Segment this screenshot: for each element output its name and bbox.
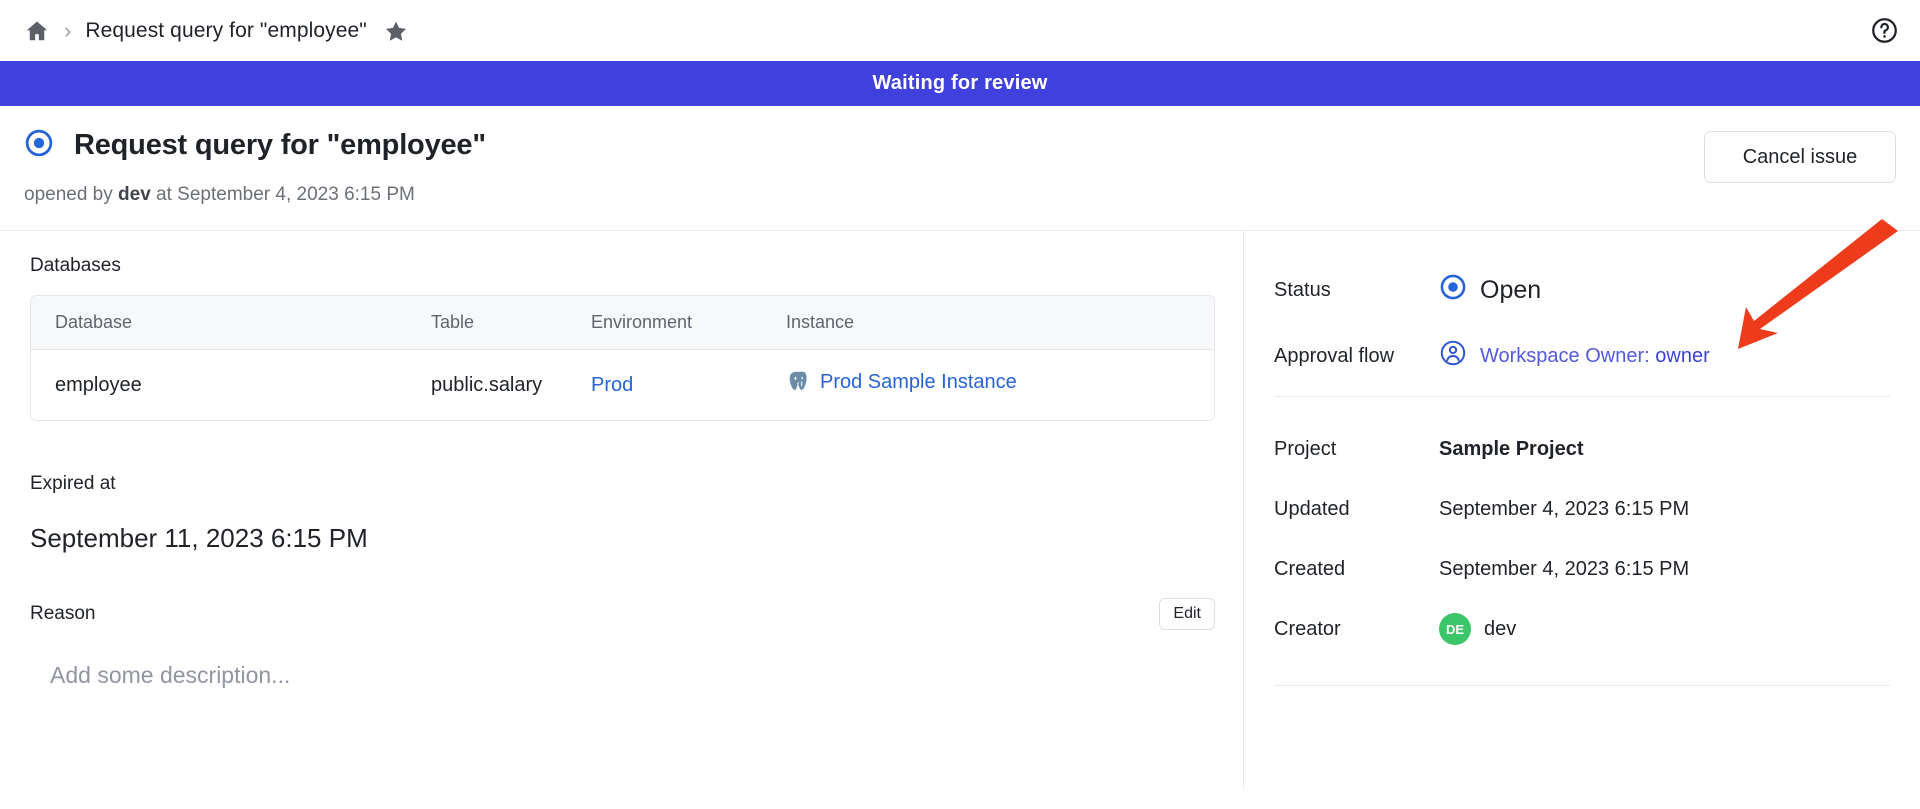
column-header-environment: Environment xyxy=(591,296,786,350)
cancel-issue-button[interactable]: Cancel issue xyxy=(1704,131,1896,183)
approval-flow-label: Approval flow xyxy=(1274,344,1395,367)
home-icon[interactable] xyxy=(24,18,50,44)
sidebar-row-approval-flow: Approval flow Workspace Owner: owner xyxy=(1274,317,1890,377)
table-row: employee public.salary Prod Prod Sample … xyxy=(31,350,1214,420)
table-header: Database Table Environment Instance xyxy=(31,296,1214,350)
approval-user: owner xyxy=(1655,344,1710,367)
project-label: Project xyxy=(1274,437,1337,460)
updated-label: Updated xyxy=(1274,497,1350,520)
main-pane: Databases Database Table Environment Ins… xyxy=(0,231,1243,789)
databases-table: Database Table Environment Instance empl… xyxy=(30,295,1215,421)
avatar[interactable]: DE xyxy=(1439,613,1471,645)
cell-database: employee xyxy=(31,350,431,420)
open-issue-icon xyxy=(24,128,54,163)
column-header-instance: Instance xyxy=(786,296,1214,350)
sidebar-row-status: Status Open xyxy=(1274,257,1890,317)
cell-instance: Prod Sample Instance xyxy=(786,350,1214,420)
user-circle-icon xyxy=(1439,339,1467,373)
open-issue-icon xyxy=(1439,273,1467,307)
status-badge: Open xyxy=(1480,275,1542,304)
approval-flow-link[interactable]: Workspace Owner: owner xyxy=(1480,345,1710,368)
table-body: employee public.salary Prod Prod Sample … xyxy=(31,350,1214,420)
page-title: Request query for "employee" xyxy=(74,129,486,161)
column-header-table: Table xyxy=(431,296,591,350)
issue-subtitle-suffix: at September 4, 2023 6:15 PM xyxy=(150,184,415,205)
updated-value: September 4, 2023 6:15 PM xyxy=(1439,497,1690,520)
edit-reason-button[interactable]: Edit xyxy=(1159,598,1215,630)
status-value: Open xyxy=(1439,273,1541,307)
reason-placeholder[interactable]: Add some description... xyxy=(50,662,1213,689)
status-banner: Waiting for review xyxy=(0,61,1920,106)
postgres-icon xyxy=(786,369,812,395)
project-value[interactable]: Sample Project xyxy=(1439,438,1584,461)
databases-section-label: Databases xyxy=(30,255,121,276)
content-split: Databases Database Table Environment Ins… xyxy=(0,219,1920,789)
sidebar-row-project: Project Sample Project xyxy=(1274,419,1890,479)
sidebar-divider-bottom xyxy=(1274,685,1890,686)
instance-link-label[interactable]: Prod Sample Instance xyxy=(820,371,1017,394)
expired-at-label: Expired at xyxy=(30,473,116,494)
table-header-row: Database Table Environment Instance xyxy=(31,296,1214,350)
creator-value: DE dev xyxy=(1439,613,1516,645)
issue-subtitle-prefix: opened by xyxy=(24,184,119,205)
cell-table: public.salary xyxy=(431,350,591,420)
issue-header: Request query for "employee" opened by d… xyxy=(0,106,1920,230)
column-header-database: Database xyxy=(31,296,431,350)
details-sidebar: Status Open Approval flow Workspace Owne… xyxy=(1243,219,1920,789)
reason-label: Reason xyxy=(30,603,96,624)
sidebar-row-creator: Creator DE dev xyxy=(1274,599,1890,659)
creator-label: Creator xyxy=(1274,617,1341,640)
created-label: Created xyxy=(1274,557,1346,580)
approval-flow-value: Workspace Owner: owner xyxy=(1439,339,1710,373)
star-icon[interactable] xyxy=(367,19,408,43)
sidebar-row-created: Created September 4, 2023 6:15 PM xyxy=(1274,539,1890,599)
breadcrumb-bar: › Request query for "employee" xyxy=(0,0,1920,61)
approval-role: Workspace Owner: xyxy=(1480,344,1650,367)
status-label: Status xyxy=(1274,278,1331,301)
reason-section-header: Reason Edit xyxy=(30,598,1215,630)
created-value: September 4, 2023 6:15 PM xyxy=(1439,557,1690,580)
instance-link[interactable]: Prod Sample Instance xyxy=(786,369,1017,395)
cell-environment: Prod xyxy=(591,350,786,420)
expired-at-value: September 11, 2023 6:15 PM xyxy=(30,523,368,553)
issue-subtitle: opened by dev at September 4, 2023 6:15 … xyxy=(24,184,1896,206)
environment-link[interactable]: Prod xyxy=(591,374,633,396)
creator-name: dev xyxy=(1484,617,1517,640)
sidebar-divider xyxy=(1274,396,1890,397)
breadcrumb-title[interactable]: Request query for "employee" xyxy=(85,19,367,43)
issue-author: dev xyxy=(118,184,151,205)
breadcrumb-separator: › xyxy=(64,17,72,43)
sidebar-row-updated: Updated September 4, 2023 6:15 PM xyxy=(1274,479,1890,539)
status-banner-text: Waiting for review xyxy=(872,72,1048,94)
issue-title-row: Request query for "employee" xyxy=(24,128,1896,163)
